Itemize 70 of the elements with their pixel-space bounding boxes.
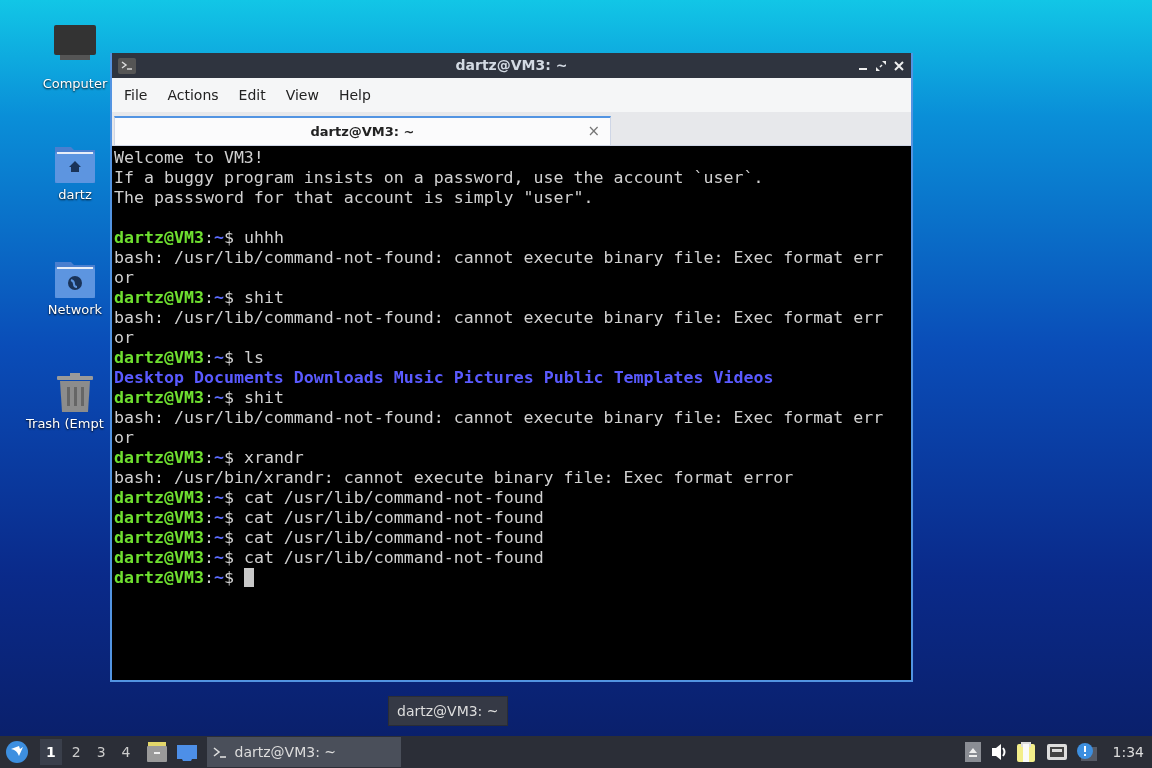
menu-item[interactable]: Edit — [228, 83, 276, 107]
command-text: ls — [242, 348, 264, 368]
directory-name: Downloads — [293, 368, 384, 388]
window-title: dartz@VM3: ~ — [455, 57, 568, 73]
command-text: shit — [242, 288, 284, 308]
desktop-icon[interactable] — [176, 743, 197, 761]
directory-name: Documents — [193, 368, 284, 388]
clipboard-icon[interactable] — [1016, 741, 1037, 763]
prompt: dartz@VM3:~$ — [114, 568, 234, 588]
command-text: cat /usr/lib/command-not-found — [242, 488, 544, 508]
workspace-button[interactable]: 3 — [90, 739, 112, 765]
menu-item[interactable]: View — [275, 83, 329, 107]
workspace-button[interactable]: 2 — [65, 739, 87, 765]
prompt: dartz@VM3:~$ — [114, 288, 234, 308]
prompt: dartz@VM3:~$ — [114, 228, 234, 248]
command-text: shit — [242, 388, 284, 408]
prompt: dartz@VM3:~$ — [114, 388, 234, 408]
eject-icon[interactable] — [964, 742, 981, 762]
menu-item[interactable]: Actions — [157, 83, 229, 107]
terminal-icon — [212, 745, 227, 759]
prompt: dartz@VM3:~$ — [114, 548, 234, 568]
prompt: dartz@VM3:~$ — [114, 348, 234, 368]
output-line: bash: /usr/lib/command-not-found: cannot execute binary file: Exec format err — [114, 248, 884, 268]
command-text: cat /usr/lib/command-not-found — [242, 548, 544, 568]
close-icon[interactable] — [893, 59, 905, 72]
maximize-icon[interactable] — [875, 59, 887, 72]
menu-item[interactable]: File — [114, 83, 158, 107]
command-text: cat /usr/lib/command-not-found — [242, 508, 544, 528]
output-line: The passsword for that account is simply "user". — [114, 188, 594, 208]
output-line: or — [114, 268, 134, 288]
icon-label[interactable]: Network — [47, 302, 103, 317]
volume-icon[interactable] — [990, 742, 1007, 762]
output-line: or — [114, 328, 134, 348]
start-menu-icon[interactable] — [6, 741, 28, 763]
window-label: dartz@VM3: ~ — [234, 744, 337, 760]
clock[interactable]: 1:34 — [1112, 744, 1144, 760]
ethernet-icon[interactable] — [1046, 744, 1067, 760]
prompt: dartz@VM3:~$ — [114, 488, 234, 508]
workspace-button[interactable]: 1 — [40, 739, 62, 765]
prompt: dartz@VM3:~$ — [114, 528, 234, 548]
directory-name: Music — [393, 368, 444, 388]
terminal-tab[interactable]: dartz@VM3: ~ × — [114, 116, 611, 145]
notification-icon[interactable] — [1076, 743, 1097, 761]
output-line: Welcome to VM3! — [114, 148, 264, 168]
directory-name: Pictures — [453, 368, 534, 388]
output-line: bash: /usr/lib/command-not-found: cannot execute binary file: Exec format err — [114, 408, 884, 428]
output-line: or — [114, 428, 134, 448]
tab-close-icon[interactable]: × — [587, 122, 600, 140]
output-line: bash: /usr/lib/command-not-found: cannot execute binary file: Exec format err — [114, 308, 884, 328]
directory-name: Desktop — [114, 368, 184, 388]
command-text: xrandr — [242, 448, 304, 468]
prompt: dartz@VM3:~$ — [114, 508, 234, 528]
directory-name: Videos — [713, 368, 774, 388]
workspace-button[interactable]: 4 — [115, 739, 137, 765]
monitor-icon — [54, 25, 96, 60]
icon-label[interactable]: dartz — [58, 187, 92, 202]
file-cabinet-icon[interactable] — [146, 742, 167, 762]
directory-name: Templates — [613, 368, 704, 388]
prompt: dartz@VM3:~$ — [114, 448, 234, 468]
trash-icon — [57, 372, 93, 412]
command-text: cat /usr/lib/command-not-found — [242, 528, 544, 548]
icon-label[interactable]: Trash (Empt — [26, 416, 104, 431]
directory-name: Public — [543, 368, 604, 388]
command-text: uhhh — [242, 228, 284, 248]
taskbar-window-button[interactable]: dartz@VM3: ~ — [206, 737, 401, 767]
output-line: If a buggy program insists on a password, use the account `user`. — [114, 168, 764, 188]
menu-item[interactable]: Help — [328, 83, 381, 107]
tooltip: dartz@VM3: ~ — [388, 696, 508, 726]
output-line: bash: /usr/bin/xrandr: cannot execute binary file: Exec format error — [114, 468, 794, 488]
terminal-icon — [118, 57, 136, 74]
